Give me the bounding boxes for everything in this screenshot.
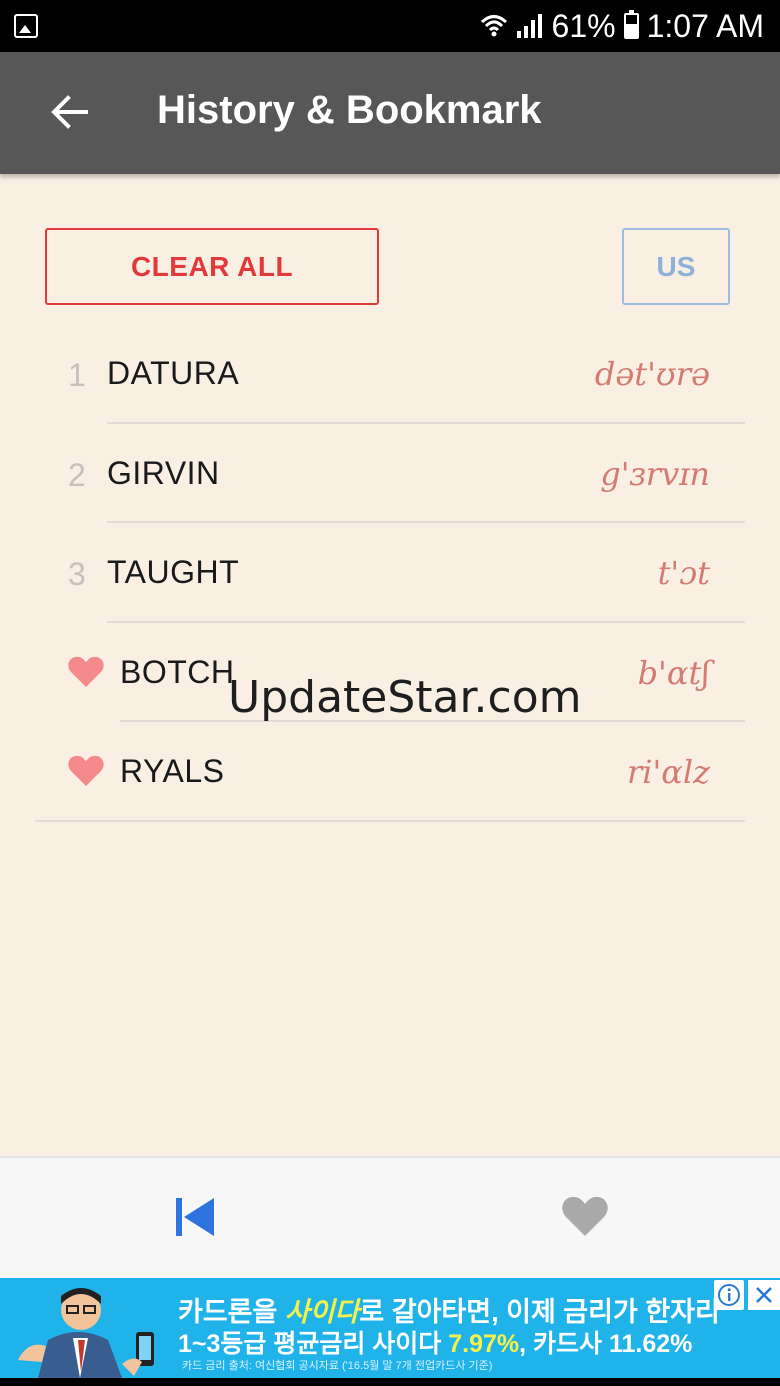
accent-toggle-button[interactable]: US xyxy=(622,228,730,305)
list-item-number: 1 xyxy=(68,357,86,393)
system-nav-strip xyxy=(0,1378,780,1386)
list-item-word: RYALS xyxy=(120,753,225,789)
clock: 1:07 AM xyxy=(646,7,764,44)
wifi-icon xyxy=(480,15,507,37)
close-icon xyxy=(756,1287,772,1303)
arrow-left-icon xyxy=(51,95,88,129)
status-bar: 61% 1:07 AM xyxy=(0,0,780,52)
clear-all-button[interactable]: CLEAR ALL xyxy=(45,228,379,305)
history-list: 1 DATURA dət'ʊrə 2 GIRVIN g'ɜrvɪn 3 TAUGHT t'ɔt B… xyxy=(0,324,780,822)
list-item-pronunciation: b'ɑtʃ xyxy=(637,653,710,692)
tab-bookmark[interactable] xyxy=(560,1194,610,1240)
tab-history[interactable] xyxy=(170,1194,220,1240)
list-item[interactable]: 2 GIRVIN g'ɜrvɪn xyxy=(0,424,780,523)
list-item-pronunciation: dət'ʊrə xyxy=(594,355,710,393)
list-item-number: 3 xyxy=(68,556,86,592)
list-item-word: BOTCH xyxy=(120,653,235,690)
skip-previous-icon xyxy=(176,1198,214,1236)
list-item-word: TAUGHT xyxy=(107,554,240,590)
app-bar: History & Bookmark xyxy=(0,52,780,174)
list-item[interactable]: RYALS ri'ɑlz xyxy=(0,722,780,822)
ad-info-button[interactable] xyxy=(714,1280,744,1310)
heart-icon xyxy=(562,1196,608,1236)
heart-icon[interactable] xyxy=(67,754,105,788)
list-item-pronunciation: g'ɜrvɪn xyxy=(600,454,710,493)
list-item-word: DATURA xyxy=(107,355,240,391)
ad-subline: 1~3등급 평균금리 사이다 7.97%, 카드사 11.62% xyxy=(178,1330,693,1358)
list-item-number: 2 xyxy=(68,456,86,493)
list-item-word: GIRVIN xyxy=(107,454,220,491)
businessman-illustration xyxy=(18,1288,154,1378)
gallery-icon xyxy=(14,14,38,38)
back-button[interactable] xyxy=(40,82,100,142)
ad-close-button[interactable] xyxy=(748,1280,780,1310)
page-title: History & Bookmark xyxy=(157,88,542,132)
status-right: 61% 1:07 AM xyxy=(480,0,764,52)
list-item-pronunciation: ri'ɑlz xyxy=(626,753,710,791)
signal-icon xyxy=(516,14,542,38)
ad-disclaimer: 카드 금리 출처: 여신협회 공시자료 ('16.5월 말 7개 전업카드사 기… xyxy=(182,1360,493,1372)
list-item[interactable]: 3 TAUGHT t'ɔt xyxy=(0,523,780,623)
list-item-pronunciation: t'ɔt xyxy=(657,554,710,592)
ad-banner[interactable]: 카드론을 사이다로 갈아타면, 이제 금리가 한자리 1~3등급 평균금리 사이… xyxy=(0,1278,780,1378)
list-item[interactable]: 1 DATURA dət'ʊrə xyxy=(0,324,780,424)
battery-percent: 61% xyxy=(551,7,616,44)
battery-icon xyxy=(623,10,639,39)
info-icon xyxy=(718,1284,740,1306)
divider xyxy=(35,819,745,822)
bottom-nav xyxy=(0,1156,780,1278)
heart-icon[interactable] xyxy=(67,655,105,689)
watermark: UpdateStar.com xyxy=(228,672,582,723)
